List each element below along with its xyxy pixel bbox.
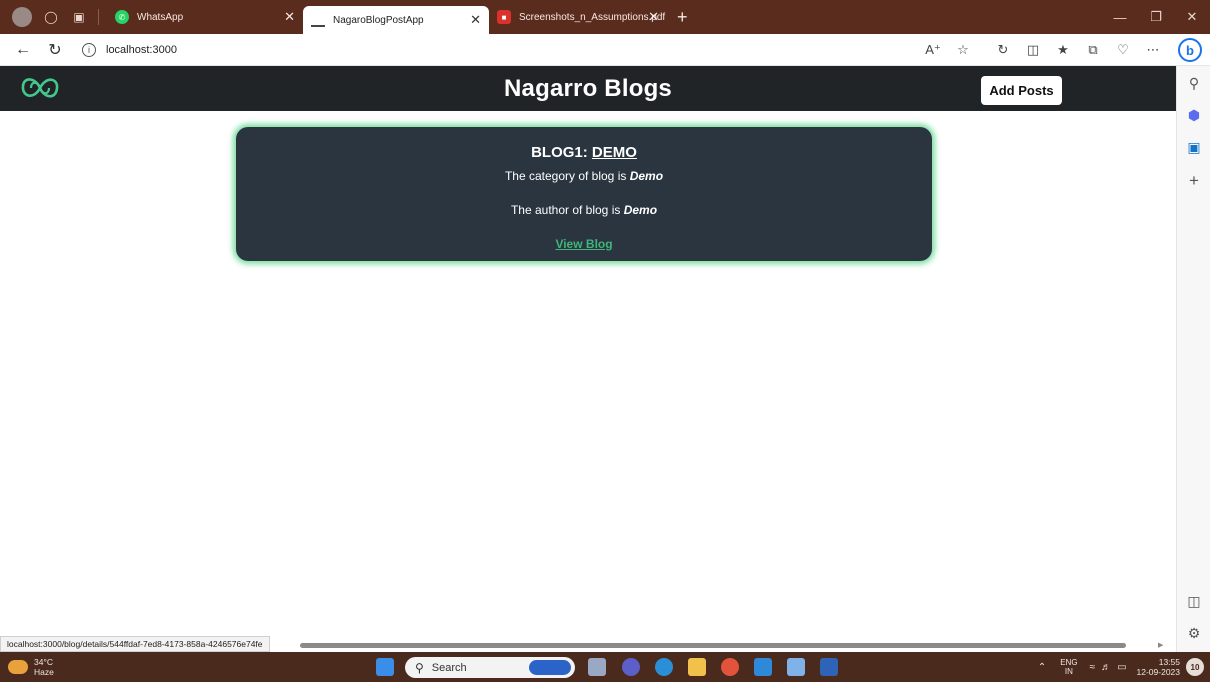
- temperature: 34°C: [34, 657, 53, 667]
- browser-essentials-icon[interactable]: ♡: [1110, 37, 1136, 63]
- edge-sidebar: ⚲ ⬢ ▣ + ◫ ⚙: [1176, 66, 1210, 652]
- add-posts-button[interactable]: Add Posts: [981, 76, 1062, 105]
- outlook-icon[interactable]: ▣: [1177, 134, 1210, 160]
- collections-icon[interactable]: ⧉: [1080, 37, 1106, 63]
- teams-chat-icon[interactable]: [622, 658, 640, 676]
- shopping-icon[interactable]: ⬢: [1177, 102, 1210, 128]
- blog-title: BLOG1: DEMO: [236, 144, 932, 161]
- toolbar-right: A⁺ ☆ ↻ ◫ ★ ⧉ ♡ ⋯ b: [916, 34, 1210, 66]
- tab-title: WhatsApp: [137, 11, 184, 23]
- blog-label: BLOG1:: [531, 144, 588, 161]
- tab-nagaro-blog[interactable]: NagaroBlogPostApp ✕: [303, 6, 489, 34]
- search-highlight-icon: [529, 660, 571, 675]
- tab-actions-icon[interactable]: ▣: [70, 8, 88, 26]
- task-view-icon[interactable]: [588, 658, 606, 676]
- url-text: localhost:3000: [106, 43, 177, 56]
- tab-pdf[interactable]: ■ Screenshots_n_Assumptions.pdf ✕: [489, 4, 675, 30]
- url-field[interactable]: i localhost:3000: [74, 38, 177, 62]
- app-header: Nagarro Blogs Add Posts: [0, 66, 1176, 111]
- close-icon[interactable]: ✕: [284, 9, 295, 25]
- refresh-extension-icon[interactable]: ↻: [990, 37, 1016, 63]
- tab-title: Screenshots_n_Assumptions.pdf: [519, 11, 666, 23]
- close-icon[interactable]: ✕: [648, 9, 659, 25]
- start-menu-icon[interactable]: [376, 658, 394, 676]
- tab-separator: [98, 9, 99, 25]
- tab-whatsapp[interactable]: ✆ WhatsApp ✕: [107, 4, 303, 30]
- taskbar-search[interactable]: ⚲ Search: [405, 657, 575, 678]
- windows-taskbar: 34°C Haze ⚲ Search ⌃ ENG IN ≈ ♬ ▭ 13:55 …: [0, 652, 1210, 682]
- category-value: Demo: [629, 169, 664, 183]
- vscode-icon[interactable]: [754, 658, 772, 676]
- scroll-right-arrow-icon[interactable]: ▶: [1158, 641, 1163, 649]
- pdf-icon: ■: [497, 10, 511, 24]
- page-icon: [311, 13, 325, 27]
- back-button[interactable]: ←: [10, 37, 36, 63]
- chrome-browser-icon[interactable]: [721, 658, 739, 676]
- add-sidebar-app-icon[interactable]: +: [1177, 168, 1210, 194]
- battery-icon[interactable]: ▭: [1117, 662, 1126, 673]
- read-aloud-icon[interactable]: A⁺: [920, 37, 946, 63]
- scrollbar-thumb[interactable]: [300, 643, 1126, 648]
- refresh-button[interactable]: ↻: [42, 37, 68, 63]
- copilot-icon[interactable]: b: [1178, 38, 1202, 62]
- system-tray: ⌃ ENG IN ≈ ♬ ▭ 13:55 12-09-2023 10: [1038, 652, 1210, 682]
- close-window-button[interactable]: ✕: [1174, 0, 1210, 34]
- word-icon[interactable]: [820, 658, 838, 676]
- weather-widget[interactable]: 34°C Haze: [8, 657, 54, 677]
- weather-condition: Haze: [34, 667, 54, 677]
- split-screen-icon[interactable]: ◫: [1020, 37, 1046, 63]
- favorites-icon[interactable]: ★: [1050, 37, 1076, 63]
- chevron-up-icon[interactable]: ⌃: [1038, 662, 1046, 673]
- favorite-star-icon[interactable]: ☆: [950, 37, 976, 63]
- language-code: ENG: [1060, 658, 1078, 667]
- nagarro-logo-icon[interactable]: [18, 72, 62, 104]
- workspaces-icon[interactable]: ◯: [42, 8, 60, 26]
- edge-browser-icon[interactable]: [655, 658, 673, 676]
- blog-name: DEMO: [591, 144, 637, 161]
- address-bar: ← ↻ i localhost:3000 A⁺ ☆ ↻ ◫ ★ ⧉ ♡ ⋯ b: [0, 34, 1210, 66]
- new-tab-button[interactable]: +: [677, 7, 688, 28]
- author-prefix: The author of blog is: [510, 203, 621, 217]
- settings-gear-icon[interactable]: ⚙: [1177, 620, 1210, 646]
- restore-button[interactable]: ❐: [1138, 0, 1174, 34]
- close-icon[interactable]: ✕: [470, 12, 481, 28]
- notification-badge[interactable]: 10: [1186, 658, 1204, 676]
- tab-title: NagaroBlogPostApp: [333, 14, 424, 26]
- search-icon: ⚲: [415, 660, 424, 675]
- search-icon[interactable]: ⚲: [1177, 70, 1210, 96]
- notepad-icon[interactable]: [787, 658, 805, 676]
- hide-sidebar-icon[interactable]: ◫: [1177, 588, 1210, 614]
- author-value: Demo: [623, 203, 658, 217]
- date: 12-09-2023: [1136, 667, 1180, 677]
- clock[interactable]: 13:55 12-09-2023: [1137, 657, 1180, 677]
- page-viewport: Nagarro Blogs Add Posts BLOG1: DEMO The …: [0, 66, 1176, 640]
- wifi-icon[interactable]: ≈: [1090, 662, 1096, 673]
- browser-tab-strip: ◯ ▣ ✆ WhatsApp ✕ NagaroBlogPostApp ✕ ■ S…: [0, 0, 1210, 34]
- category-prefix: The category of blog is: [504, 169, 627, 183]
- file-explorer-icon[interactable]: [688, 658, 706, 676]
- more-menu-icon[interactable]: ⋯: [1140, 37, 1166, 63]
- blog-author: The author of blog is Demo: [236, 203, 932, 217]
- minimize-button[interactable]: —: [1102, 0, 1138, 34]
- volume-icon[interactable]: ♬: [1101, 662, 1111, 673]
- whatsapp-icon: ✆: [115, 10, 129, 24]
- time: 13:55: [1158, 657, 1180, 667]
- search-label: Search: [431, 661, 467, 674]
- weather-haze-icon: [8, 660, 28, 674]
- link-status-tooltip: localhost:3000/blog/details/544ffdaf-7ed…: [0, 636, 270, 652]
- app-title: Nagarro Blogs: [504, 74, 672, 102]
- info-icon[interactable]: i: [82, 42, 96, 57]
- language-indicator[interactable]: ENG IN: [1060, 658, 1077, 676]
- profile-avatar[interactable]: [12, 7, 32, 27]
- blog-category: The category of blog is Demo: [236, 169, 932, 183]
- view-blog-link[interactable]: View Blog: [555, 237, 612, 251]
- blog-card: BLOG1: DEMO The category of blog is Demo…: [236, 127, 932, 261]
- region-code: IN: [1064, 667, 1073, 676]
